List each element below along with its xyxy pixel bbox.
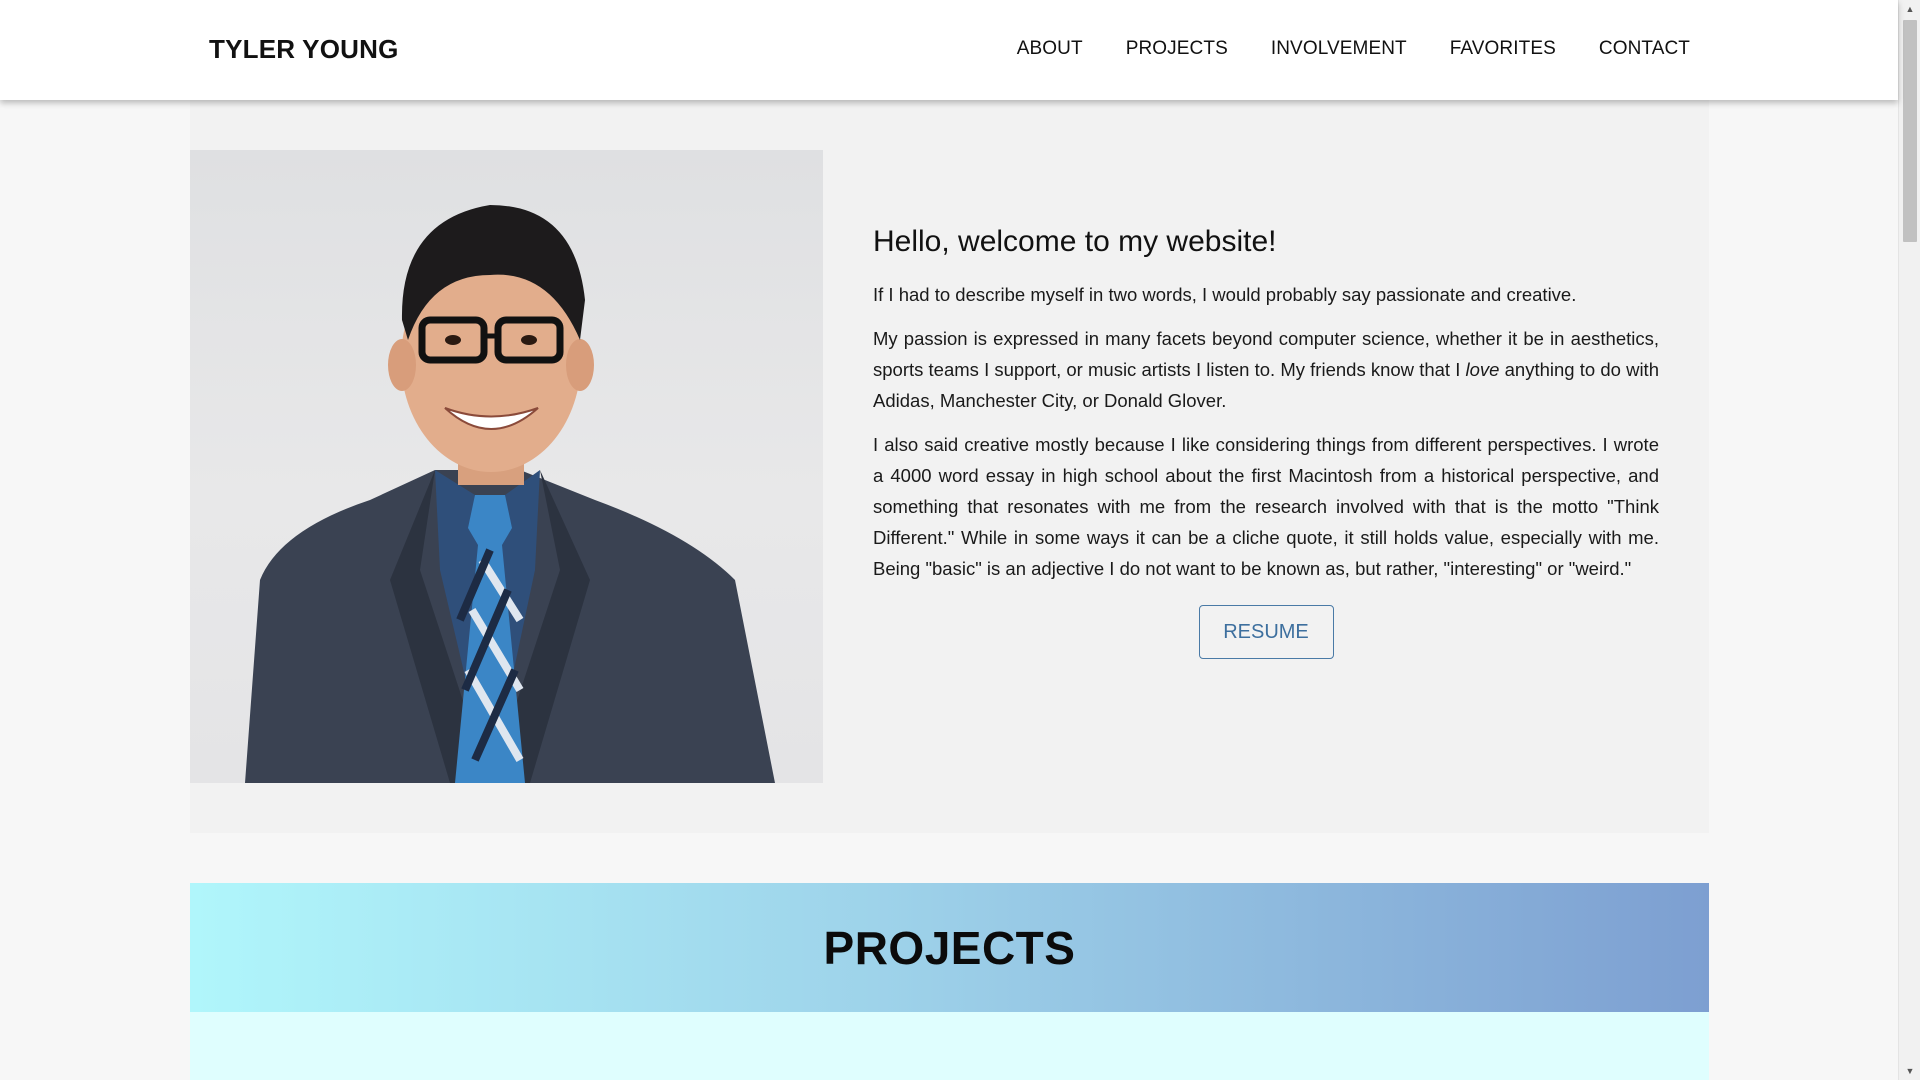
nav-projects[interactable]: PROJECTS [1126, 38, 1228, 60]
site-brand[interactable]: TYLER YOUNG [209, 34, 399, 65]
resume-wrap: RESUME [873, 605, 1659, 659]
about-title: Hello, welcome to my website! [873, 225, 1277, 258]
scrollbar-thumb[interactable] [1903, 20, 1917, 242]
about-text: Hello, welcome to my website! If I had t… [873, 225, 1659, 659]
emphasis-love: love [1465, 359, 1500, 380]
projects-title: PROJECTS [823, 922, 1076, 974]
profile-photo [190, 150, 823, 783]
projects-body [190, 1012, 1709, 1080]
about-paragraph-1: If I had to describe myself in two words… [873, 284, 1577, 305]
site-header: TYLER YOUNG ABOUT PROJECTS INVOLVEMENT F… [0, 0, 1898, 100]
nav-contact[interactable]: CONTACT [1599, 38, 1690, 60]
nav-about[interactable]: ABOUT [1017, 38, 1083, 60]
about-paragraph-3: I also said creative mostly because I li… [873, 434, 1659, 579]
nav-favorites[interactable]: FAVORITES [1450, 38, 1556, 60]
triangle-up-icon[interactable]: ▲ [1899, 0, 1920, 18]
triangle-down-icon[interactable]: ▼ [1899, 1062, 1920, 1080]
main-nav: ABOUT PROJECTS INVOLVEMENT FAVORITES CON… [974, 38, 1690, 60]
projects-banner: PROJECTS [190, 883, 1709, 1012]
about-section: Hello, welcome to my website! If I had t… [190, 100, 1709, 833]
about-paragraph-2: My passion is expressed in many facets b… [873, 328, 1659, 411]
nav-involvement[interactable]: INVOLVEMENT [1271, 38, 1407, 60]
vertical-scrollbar[interactable]: ▲ ▼ [1898, 0, 1920, 1080]
resume-button[interactable]: RESUME [1198, 605, 1334, 659]
